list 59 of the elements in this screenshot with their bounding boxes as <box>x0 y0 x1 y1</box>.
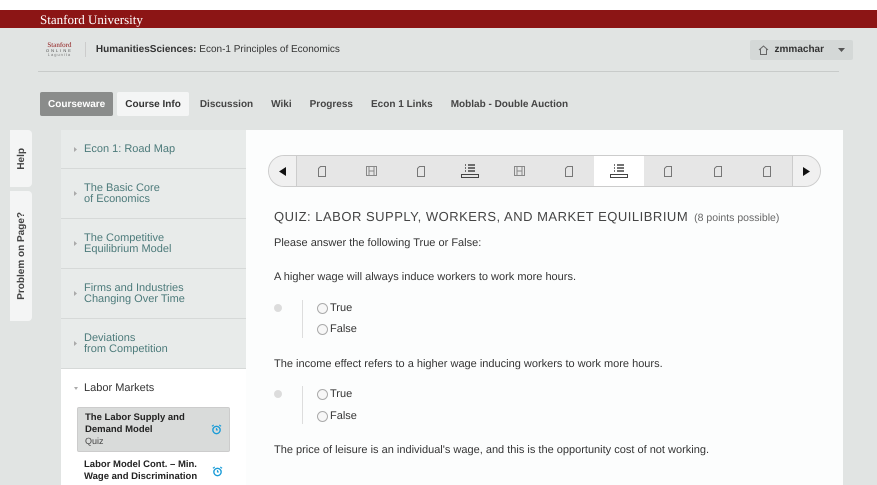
subsection-item[interactable]: Labor Model Cont. – Min. Wage and Discrimination <box>77 455 230 485</box>
question-text: The price of leisure is an individual's wage, and this is the opportunity cost of not working. <box>274 443 710 458</box>
caret-icon <box>74 386 78 390</box>
nav-tab[interactable]: Econ 1 Links <box>364 92 440 116</box>
chapter-link[interactable]: Labor Markets <box>61 369 246 407</box>
subsection-type: Quiz <box>85 436 105 447</box>
side-tab[interactable]: Help <box>10 130 32 187</box>
radio-button[interactable] <box>317 302 328 314</box>
previous-button[interactable] <box>269 156 297 186</box>
nav-tab[interactable]: Wiki <box>264 92 299 116</box>
caret-icon <box>74 291 78 296</box>
nav-tab[interactable]: Course Info <box>117 92 189 116</box>
radio-option[interactable]: False <box>317 321 357 338</box>
caret-icon <box>74 341 78 346</box>
home-icon <box>758 44 769 54</box>
question-text: The income effect refers to a higher wage inducing workers to work more hours. <box>274 356 664 372</box>
points-possible: (8 points possible) <box>694 211 780 226</box>
radio-button[interactable] <box>317 324 328 335</box>
page-icon <box>664 166 672 176</box>
radio-button[interactable] <box>317 410 328 422</box>
quiz-title: QUIZ: LABOR SUPPLY, WORKERS, AND MARKET EQUILIBRIUM <box>274 208 688 226</box>
caret-icon <box>74 191 78 196</box>
caret-icon <box>838 48 845 52</box>
quiz-instructions: Please answer the following True or False: <box>273 236 482 251</box>
film-icon <box>514 166 526 176</box>
list-icon <box>610 164 628 178</box>
film-icon <box>366 166 377 176</box>
chapter-link[interactable]: The Basic Core of Economics <box>61 169 246 218</box>
page-icon <box>763 166 772 176</box>
nav-tab[interactable]: Moblab - Double Auction <box>444 92 576 116</box>
subsection-title: The Labor Supply and Demand Model <box>85 412 186 436</box>
user-menu-button[interactable]: zmmachar <box>750 40 853 60</box>
page-icon <box>416 166 425 176</box>
course-title: HumanitiesSciences: Econ-1 Principles of Economics <box>96 43 340 57</box>
nav-tab[interactable]: Discussion <box>192 92 260 116</box>
sequence-tab[interactable] <box>594 156 644 186</box>
chapter-link[interactable]: Firms and Industries Changing Over Time <box>61 269 246 318</box>
next-button[interactable] <box>792 156 820 186</box>
caret-icon <box>74 241 78 246</box>
question-text: A higher wage will always induce workers to work more hours. <box>274 270 578 286</box>
page-icon <box>565 166 574 176</box>
university-name: Stanford University <box>40 12 143 26</box>
nav-tab[interactable]: Progress <box>302 92 360 116</box>
page-icon <box>318 166 326 176</box>
left-arrow-icon <box>279 166 286 176</box>
side-tab[interactable]: Problem on Page? <box>10 191 32 321</box>
chapter-link[interactable]: Deviations from Competition <box>61 319 246 368</box>
chapter-link[interactable]: Econ 1: Road Map <box>61 130 246 168</box>
subsection-title: Labor Model Cont. – Min. Wage and Discrimination <box>84 459 198 483</box>
page-icon <box>714 166 722 176</box>
radio-option[interactable]: False <box>317 408 357 424</box>
subsection-item[interactable]: The Labor Supply and Demand Model Quiz <box>77 407 230 452</box>
radio-option[interactable]: True <box>317 386 357 403</box>
radio-button[interactable] <box>317 389 328 400</box>
list-icon <box>461 164 480 178</box>
radio-option[interactable]: True <box>317 300 357 316</box>
chapter-link[interactable]: The Competitive Equilibrium Model <box>61 219 246 268</box>
right-arrow-icon <box>803 166 810 176</box>
caret-icon <box>74 146 78 152</box>
